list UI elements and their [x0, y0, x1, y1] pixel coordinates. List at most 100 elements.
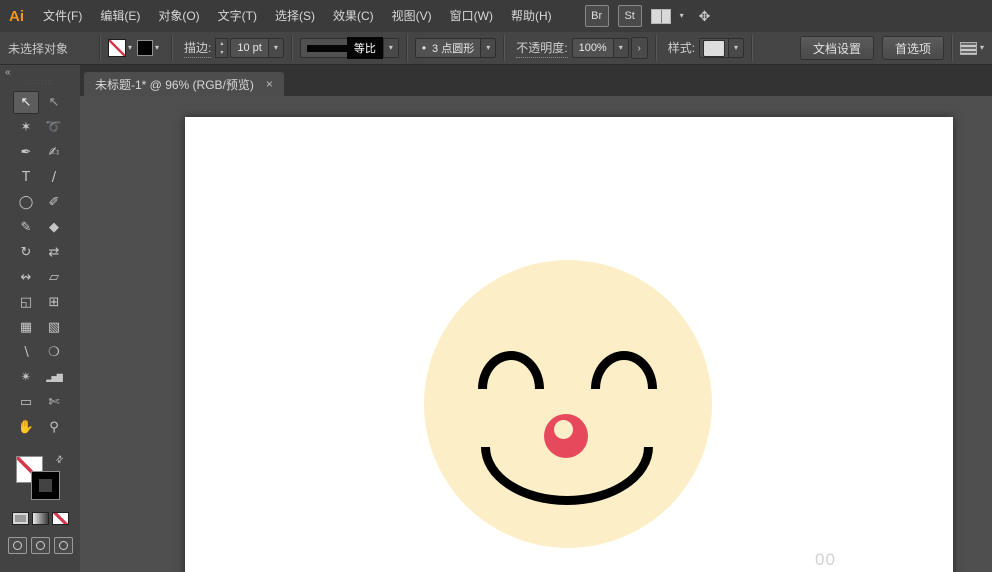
tool-lasso[interactable]: ➰	[41, 116, 67, 139]
style-swatch[interactable]	[703, 40, 725, 57]
tools-panel-header: «	[0, 65, 80, 80]
tool-rotate[interactable]: ↻	[13, 241, 39, 264]
tool-pencil[interactable]: ✎	[13, 216, 39, 239]
tool-mesh[interactable]: ▦	[13, 316, 39, 339]
tool-eyedropper[interactable]: ∖	[13, 341, 39, 364]
separator	[291, 35, 293, 61]
gradient-button[interactable]	[32, 512, 49, 525]
tool-pen[interactable]: ✒	[13, 141, 39, 164]
preferences-button[interactable]: 首选项	[882, 36, 944, 60]
canvas-area[interactable]: 00	[80, 96, 992, 572]
tool-blend[interactable]: ❍	[41, 341, 67, 364]
tool-type[interactable]: T	[13, 166, 39, 189]
stepper-down-icon[interactable]: ▾	[216, 48, 227, 57]
tool-slice[interactable]: ✄	[41, 391, 67, 414]
menu-type[interactable]: 文字(T)	[209, 0, 266, 32]
opacity-expand-button[interactable]: ›	[631, 37, 648, 59]
stroke-weight-combo[interactable]: 10 pt ▾	[230, 38, 283, 58]
stroke-weight-label[interactable]: 描边:	[184, 39, 211, 58]
stepper-up-icon[interactable]: ▴	[216, 39, 227, 48]
control-panel-menu-icon[interactable]	[960, 42, 977, 55]
gradient-icon: ▧	[48, 321, 60, 334]
slice-icon: ✄	[49, 396, 60, 409]
document-tabstrip: 未标题-1* @ 96% (RGB/预览) ×	[80, 65, 992, 96]
style-combo[interactable]: ▾	[699, 38, 744, 58]
draw-normal-button[interactable]	[8, 537, 27, 554]
draw-inside-button[interactable]	[54, 537, 73, 554]
stock-button[interactable]: St	[618, 5, 642, 27]
tool-zoom[interactable]: ⚲	[41, 416, 67, 439]
tools-panel: « ::::::::: ↖ ↖ ✶ ➰ ✒ ✍ T / ◯ ✐ ✎ ◆ ↻ ⇄ …	[0, 65, 81, 572]
separator	[951, 35, 953, 61]
width-profile-chevron-icon[interactable]: ▾	[383, 39, 398, 57]
tab-close-icon[interactable]: ×	[266, 77, 273, 91]
tool-shape-builder[interactable]: ◱	[13, 291, 39, 314]
zoom-icon: ⚲	[49, 421, 59, 434]
scale-icon: ⇄	[49, 246, 60, 259]
bridge-button[interactable]: Br	[585, 5, 609, 27]
stroke-color-swatch[interactable]	[137, 40, 153, 56]
menu-effect[interactable]: 效果(C)	[324, 0, 383, 32]
panel-grip[interactable]: :::::::::	[0, 80, 80, 86]
opacity-label[interactable]: 不透明度:	[516, 39, 567, 58]
arrange-documents-chevron-icon[interactable]: ▾	[680, 12, 684, 20]
rotate-icon: ↻	[21, 246, 32, 259]
tool-width[interactable]: ↭	[13, 266, 39, 289]
style-chevron-icon[interactable]: ▾	[728, 39, 743, 57]
menu-select[interactable]: 选择(S)	[266, 0, 324, 32]
tool-free-transform[interactable]: ▱	[41, 266, 67, 289]
control-panel-chevron-icon[interactable]: ▾	[980, 44, 984, 52]
stroke-weight-stepper[interactable]: ▴ ▾	[215, 38, 228, 58]
illustrator-logo: Ai	[9, 8, 24, 25]
none-button[interactable]	[52, 512, 69, 525]
smiley-nose-circle[interactable]	[544, 414, 588, 458]
tool-symbol-sprayer[interactable]: ✴	[13, 366, 39, 389]
arrange-documents-icon[interactable]	[651, 9, 671, 24]
fill-chevron-icon[interactable]: ▾	[128, 44, 132, 52]
menu-view[interactable]: 视图(V)	[383, 0, 441, 32]
tool-ellipse[interactable]: ◯	[13, 191, 39, 214]
document-tab-title: 未标题-1* @ 96% (RGB/预览)	[95, 76, 254, 93]
tool-hand[interactable]: ✋	[13, 416, 39, 439]
curvature-icon: ✍	[49, 146, 60, 159]
opacity-combo[interactable]: 100% ▾	[572, 38, 629, 58]
tool-direct-selection[interactable]: ↖	[41, 91, 67, 114]
stroke-swatch[interactable]	[32, 472, 59, 499]
brush-combo[interactable]: • 3 点圆形 ▾	[415, 38, 496, 58]
brush-chevron-icon[interactable]: ▾	[480, 39, 495, 57]
document-setup-button[interactable]: 文档设置	[800, 36, 874, 60]
color-button[interactable]	[12, 512, 29, 525]
collapse-panel-icon[interactable]: «	[5, 67, 11, 78]
tool-column-graph[interactable]: ▂▅▇	[41, 366, 67, 389]
fill-color-swatch[interactable]	[108, 39, 126, 57]
drawing-mode-buttons	[0, 537, 80, 554]
menu-file[interactable]: 文件(F)	[34, 0, 91, 32]
width-tool-icon: ↭	[21, 271, 32, 284]
pencil-icon: ✎	[21, 221, 32, 234]
menu-object[interactable]: 对象(O)	[149, 0, 208, 32]
tool-paintbrush[interactable]: ✐	[41, 191, 67, 214]
tool-selection[interactable]: ↖	[13, 91, 39, 114]
stroke-chevron-icon[interactable]: ▾	[155, 44, 159, 52]
tool-magic-wand[interactable]: ✶	[13, 116, 39, 139]
tool-eraser[interactable]: ◆	[41, 216, 67, 239]
document-tab[interactable]: 未标题-1* @ 96% (RGB/预览) ×	[84, 72, 284, 96]
menu-help[interactable]: 帮助(H)	[502, 0, 561, 32]
menu-window[interactable]: 窗口(W)	[441, 0, 502, 32]
width-profile-combo[interactable]: 等比 ▾	[300, 38, 399, 58]
draw-behind-button[interactable]	[31, 537, 50, 554]
swap-fill-stroke-icon[interactable]: ⇄	[54, 453, 67, 466]
stroke-weight-chevron-icon[interactable]: ▾	[268, 39, 283, 57]
tool-curvature[interactable]: ✍	[41, 141, 67, 164]
tool-gradient[interactable]: ▧	[41, 316, 67, 339]
hand-grab-icon[interactable]: ✥	[699, 8, 711, 25]
tool-line-segment[interactable]: /	[41, 166, 67, 189]
opacity-chevron-icon[interactable]: ▾	[613, 39, 628, 57]
tool-artboard[interactable]: ▭	[13, 391, 39, 414]
tool-scale[interactable]: ⇄	[41, 241, 67, 264]
tool-perspective-grid[interactable]: ⊞	[41, 291, 67, 314]
lasso-icon: ➰	[46, 121, 62, 134]
selection-icon: ↖	[21, 96, 32, 109]
menu-edit[interactable]: 编辑(E)	[91, 0, 149, 32]
separator	[503, 35, 505, 61]
